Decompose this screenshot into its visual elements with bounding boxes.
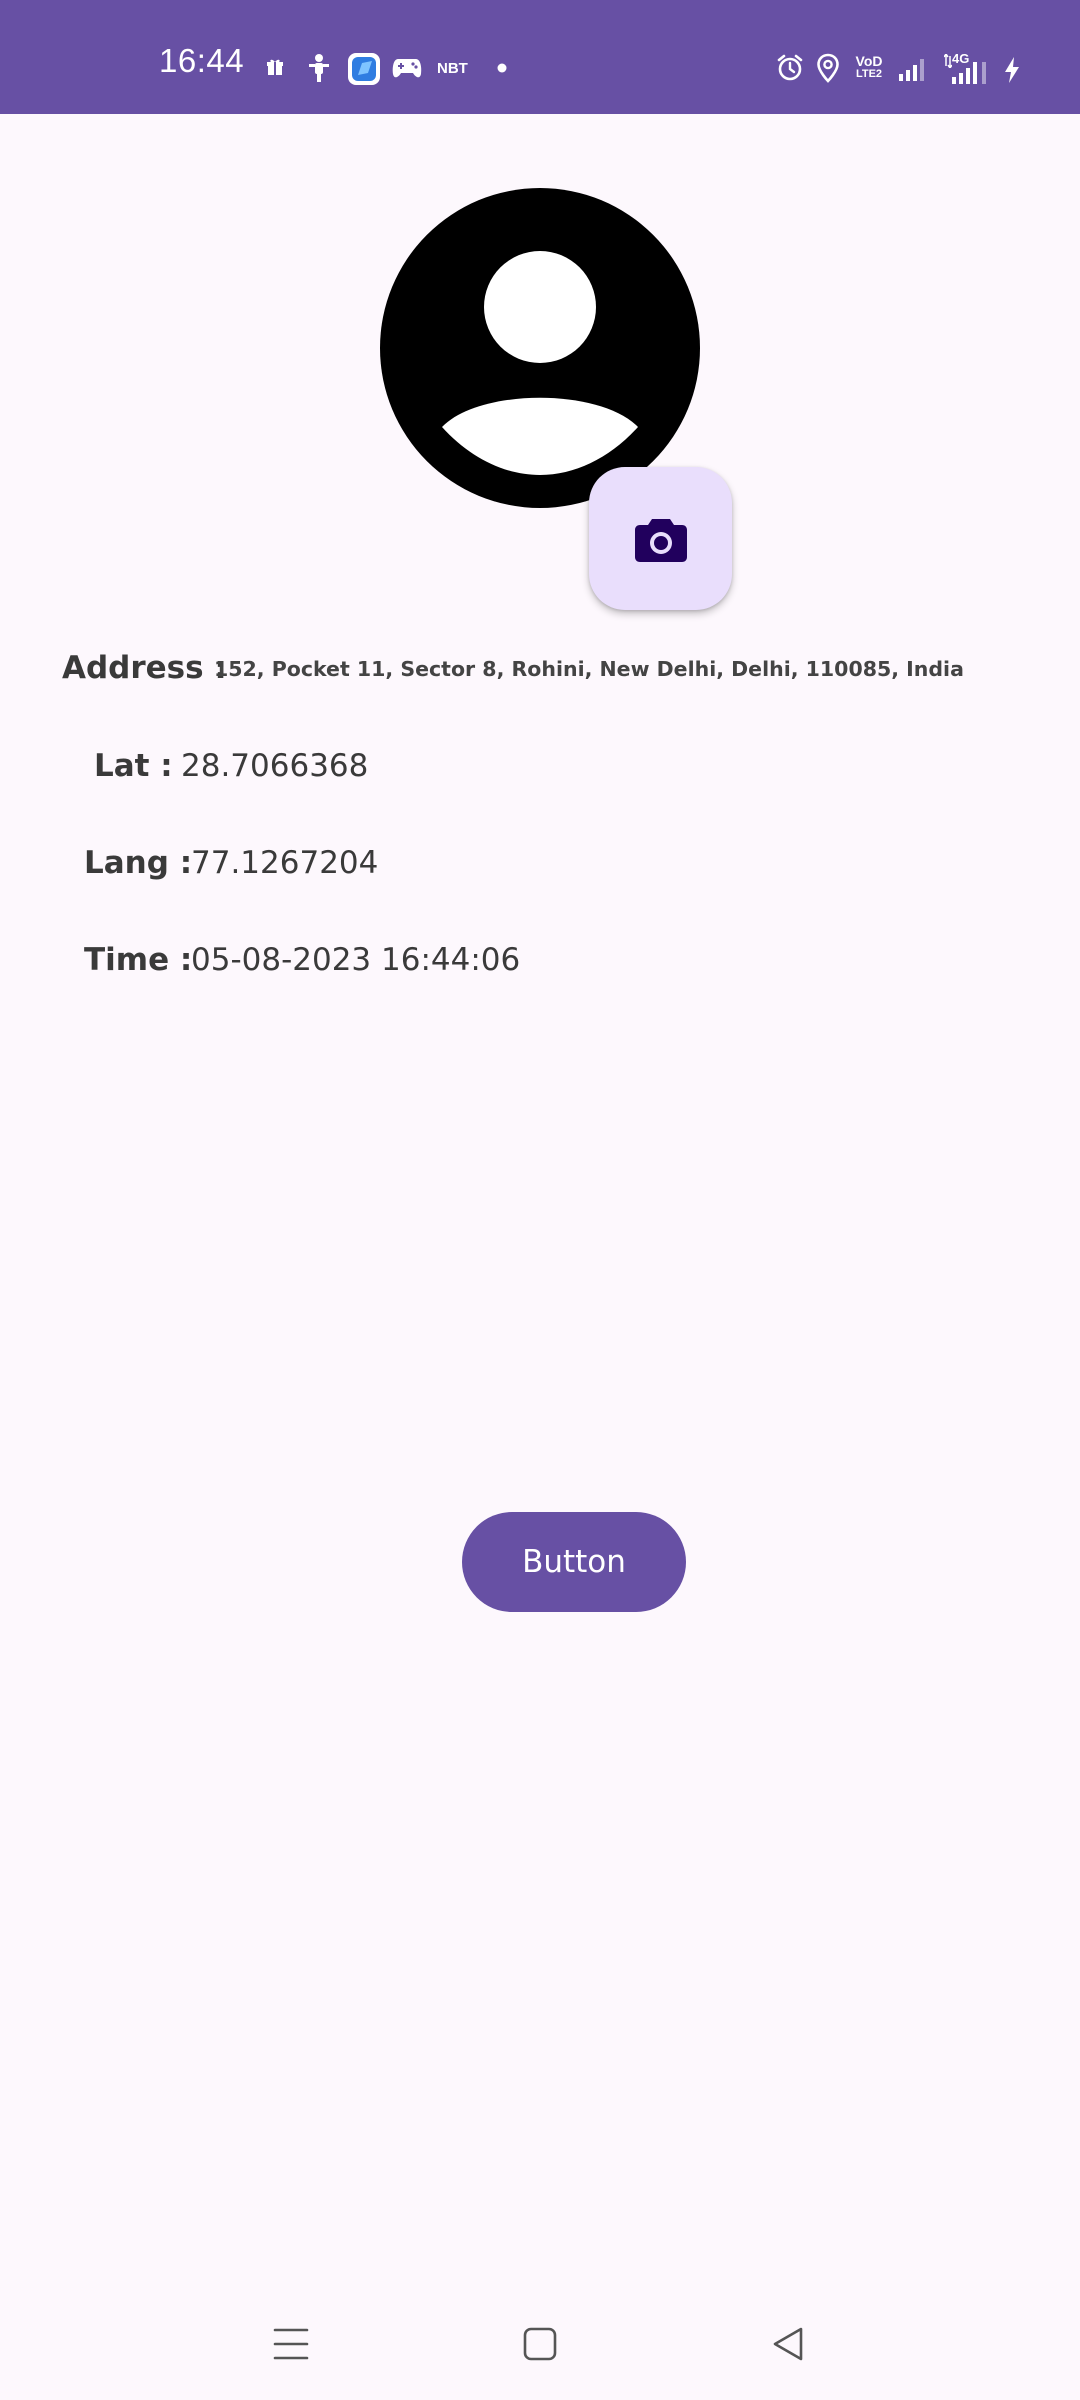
lat-label: Lat :: [94, 748, 173, 784]
lat-value: 28.7066368: [181, 748, 369, 784]
status-bar: 16:44 NBT VoD LTE2 4G: [0, 0, 1080, 114]
account-circle-icon: [380, 188, 700, 508]
back-icon: [773, 2327, 803, 2361]
gift-icon: [267, 59, 283, 75]
lang-label: Lang :: [84, 845, 193, 881]
address-value: 152, Pocket 11, Sector 8, Rohini, New De…: [214, 657, 964, 681]
camera-icon: [634, 518, 687, 562]
main-button[interactable]: Button: [462, 1512, 686, 1612]
home-button[interactable]: [510, 2314, 570, 2374]
time-label: Time :: [84, 942, 193, 978]
home-icon: [523, 2327, 557, 2361]
dot-icon: [497, 63, 507, 73]
recents-button[interactable]: [261, 2314, 321, 2374]
gamepad-icon: [392, 59, 422, 78]
navigation-bar: [0, 2290, 1080, 2400]
status-time: 16:44: [159, 42, 245, 79]
back-button[interactable]: [758, 2314, 818, 2374]
news-icon: NBT: [437, 60, 468, 77]
camera-button[interactable]: [589, 467, 732, 610]
signal-icon: [899, 59, 924, 81]
menu-icon: [273, 2328, 309, 2360]
charging-icon: [1005, 57, 1019, 83]
volte-line2: LTE2: [855, 68, 883, 80]
volte-line1: VoD: [855, 53, 883, 69]
blue-app-icon: [348, 53, 380, 85]
address-label: Address :: [62, 650, 227, 686]
alarm-icon: [777, 54, 803, 81]
time-value: 05-08-2023 16:44:06: [191, 942, 521, 978]
volte-icon: VoD LTE2: [852, 54, 886, 80]
scooter-icon: [309, 54, 329, 82]
lang-value: 77.1267204: [191, 845, 379, 881]
data-signal-icon: 4G: [944, 52, 996, 86]
location-icon: [817, 53, 839, 83]
